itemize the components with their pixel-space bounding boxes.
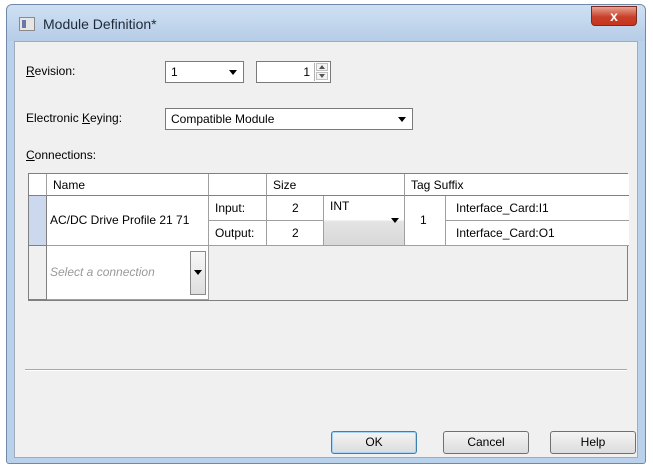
revision-major-value: 1	[171, 65, 178, 79]
dialog-body: Revision: 1 1 Electronic Keying: Compati…	[14, 41, 638, 458]
revision-minor-stepper[interactable]: 1	[256, 61, 331, 83]
app-icon	[19, 17, 35, 31]
column-header-tag-suffix[interactable]: Tag Suffix	[405, 174, 629, 196]
electronic-keying-value: Compatible Module	[171, 112, 275, 126]
input-label-cell: Input:	[209, 196, 267, 221]
output-tag-cell: Interface_Card:O1	[446, 221, 629, 246]
ok-button[interactable]: OK	[331, 431, 417, 454]
tag-suffix-count-cell: 1	[405, 196, 446, 246]
title-bar[interactable]: Module Definition* x	[7, 5, 645, 41]
table-row-name-cell[interactable]: AC/DC Drive Profile 21 71	[47, 196, 209, 246]
close-button[interactable]: x	[591, 6, 637, 26]
help-button[interactable]: Help	[550, 431, 636, 454]
module-definition-window: Module Definition* x Revision: 1 1 Elect…	[6, 4, 646, 464]
chevron-down-icon	[391, 218, 399, 223]
spin-up-icon[interactable]	[316, 63, 328, 71]
close-icon: x	[610, 8, 618, 24]
output-label-cell: Output:	[209, 221, 267, 246]
electronic-keying-label: Electronic Keying:	[26, 111, 123, 125]
cancel-button[interactable]: Cancel	[443, 431, 529, 454]
column-header-name[interactable]: Name	[47, 174, 209, 196]
dropdown-button[interactable]	[190, 251, 206, 295]
divider	[25, 369, 627, 371]
input-size-cell[interactable]: 2	[267, 196, 324, 221]
chevron-down-icon	[229, 70, 237, 75]
column-header-size[interactable]: Size	[267, 174, 405, 196]
data-type-dropdown[interactable]: INT	[324, 196, 405, 246]
electronic-keying-dropdown[interactable]: Compatible Module	[165, 108, 413, 130]
chevron-down-icon[interactable]	[398, 117, 406, 122]
column-header-direction[interactable]	[209, 174, 267, 196]
new-row-selector	[29, 246, 47, 300]
connections-label: Connections:	[26, 148, 97, 162]
input-tag-cell: Interface_Card:I1	[446, 196, 629, 221]
revision-label: Revision:	[26, 64, 76, 78]
connections-grid: Name Size Tag Suffix AC/DC Drive Profile…	[28, 173, 629, 301]
output-size-cell[interactable]: 2	[267, 221, 324, 246]
row-header-corner	[29, 174, 47, 196]
select-connection-dropdown[interactable]: Select a connection	[47, 246, 209, 300]
revision-minor-value: 1	[303, 65, 310, 79]
spin-down-icon[interactable]	[316, 72, 328, 80]
row-selector[interactable]	[29, 196, 47, 246]
chevron-down-icon	[194, 270, 202, 275]
window-title: Module Definition*	[43, 16, 157, 32]
revision-major-dropdown[interactable]: 1	[165, 61, 244, 83]
